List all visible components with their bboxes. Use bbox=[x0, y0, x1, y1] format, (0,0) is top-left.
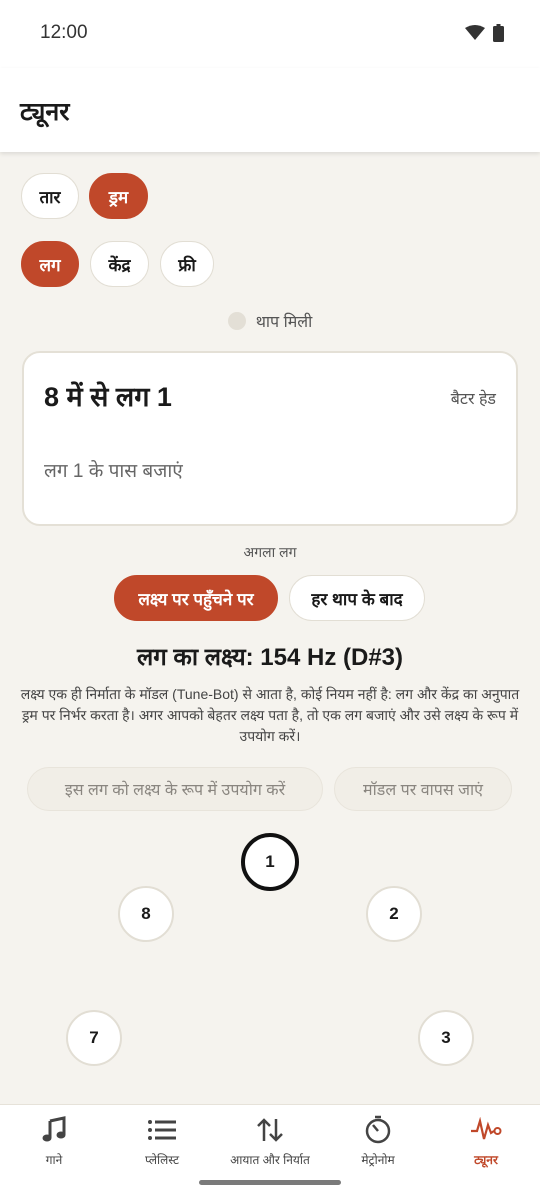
use-as-target-button[interactable]: इस लग को लक्ष्य के रूप में उपयोग करें bbox=[27, 767, 323, 811]
button-label: इस लग को लक्ष्य के रूप में उपयोग करें bbox=[64, 782, 286, 799]
lug-target: लग का लक्ष्य: 154 Hz (D#3) bbox=[136, 644, 404, 671]
next-every-beat-button[interactable]: हर थाप के बाद bbox=[289, 575, 425, 621]
lug-number: 2 bbox=[389, 904, 399, 923]
next-on-target-button[interactable]: लक्ष्य पर पहुँचने पर bbox=[114, 575, 278, 621]
chip-label: फ्री bbox=[178, 255, 196, 275]
lug-card: 8 में से लग 1 बैटर हेड लग 1 के पास बजाएं bbox=[22, 351, 518, 526]
chip-lug[interactable]: लग bbox=[21, 241, 79, 287]
nav-label: प्लेलिस्ट bbox=[144, 1153, 179, 1167]
chip-label: लक्ष्य पर पहुँचने पर bbox=[138, 589, 254, 609]
list-icon bbox=[147, 1115, 177, 1145]
lug-button-2[interactable]: 2 bbox=[366, 886, 422, 942]
nav-label: मेट्रोनोम bbox=[361, 1153, 395, 1167]
button-label: मॉडल पर वापस जाएं bbox=[363, 782, 483, 799]
app-bar: ट्यूनर bbox=[0, 68, 540, 152]
lug-number: 3 bbox=[441, 1028, 451, 1047]
nav-import-export[interactable]: आयात और निर्यात bbox=[216, 1105, 324, 1177]
page-title: ट्यूनर bbox=[20, 98, 70, 126]
beat-label: थाप मिली bbox=[255, 314, 313, 331]
battery-icon bbox=[493, 24, 504, 47]
chip-label: ड्रम bbox=[108, 187, 129, 207]
import-export-icon bbox=[255, 1115, 285, 1145]
lug-number: 7 bbox=[89, 1028, 99, 1047]
wifi-icon bbox=[465, 25, 485, 46]
home-indicator bbox=[199, 1180, 341, 1185]
next-lug-label: अगला लग bbox=[243, 544, 297, 560]
drum-head-label: बैटर हेड bbox=[450, 391, 496, 408]
nav-tuner[interactable]: ट्यूनर bbox=[432, 1105, 540, 1177]
chip-drum[interactable]: ड्रम bbox=[89, 173, 148, 219]
target-explanation: लक्ष्य एक ही निर्माता के मॉडल (Tune-Bot)… bbox=[20, 686, 520, 744]
status-bar: 12:00 bbox=[0, 0, 540, 68]
chip-label: तार bbox=[39, 187, 61, 207]
lug-button-3[interactable]: 3 bbox=[418, 1010, 474, 1066]
lug-number: 8 bbox=[141, 904, 151, 923]
bottom-navigation: गाने प्लेलिस्ट आयात और निर्यात मेट्रोनोम… bbox=[0, 1104, 540, 1200]
chip-label: लग bbox=[39, 255, 61, 275]
nav-label: गाने bbox=[45, 1153, 63, 1167]
back-to-model-button[interactable]: मॉडल पर वापस जाएं bbox=[334, 767, 512, 811]
nav-label: आयात और निर्यात bbox=[230, 1153, 310, 1167]
chip-free[interactable]: फ्री bbox=[160, 241, 214, 287]
beat-dot-icon bbox=[227, 312, 246, 330]
lug-card-hint: लग 1 के पास बजाएं bbox=[44, 461, 183, 482]
nav-metronome[interactable]: मेट्रोनोम bbox=[324, 1105, 432, 1177]
chip-strings[interactable]: तार bbox=[21, 173, 79, 219]
nav-songs[interactable]: गाने bbox=[0, 1105, 108, 1177]
nav-playlists[interactable]: प्लेलिस्ट bbox=[108, 1105, 216, 1177]
lug-button-1[interactable]: 1 bbox=[241, 833, 299, 891]
lug-number: 1 bbox=[265, 852, 275, 871]
chip-center[interactable]: केंद्र bbox=[90, 241, 149, 287]
metronome-icon bbox=[363, 1115, 393, 1145]
music-note-icon bbox=[40, 1115, 68, 1145]
lug-button-7[interactable]: 7 bbox=[66, 1010, 122, 1066]
lug-card-title: 8 में से लग 1 bbox=[44, 382, 172, 412]
chip-label: केंद्र bbox=[108, 255, 131, 275]
status-icons bbox=[465, 24, 504, 47]
status-time: 12:00 bbox=[40, 22, 88, 43]
lug-button-8[interactable]: 8 bbox=[118, 886, 174, 942]
nav-label: ट्यूनर bbox=[474, 1153, 498, 1167]
waveform-icon bbox=[470, 1115, 502, 1145]
beat-indicator: थाप मिली bbox=[0, 308, 540, 334]
chip-label: हर थाप के बाद bbox=[311, 589, 403, 609]
